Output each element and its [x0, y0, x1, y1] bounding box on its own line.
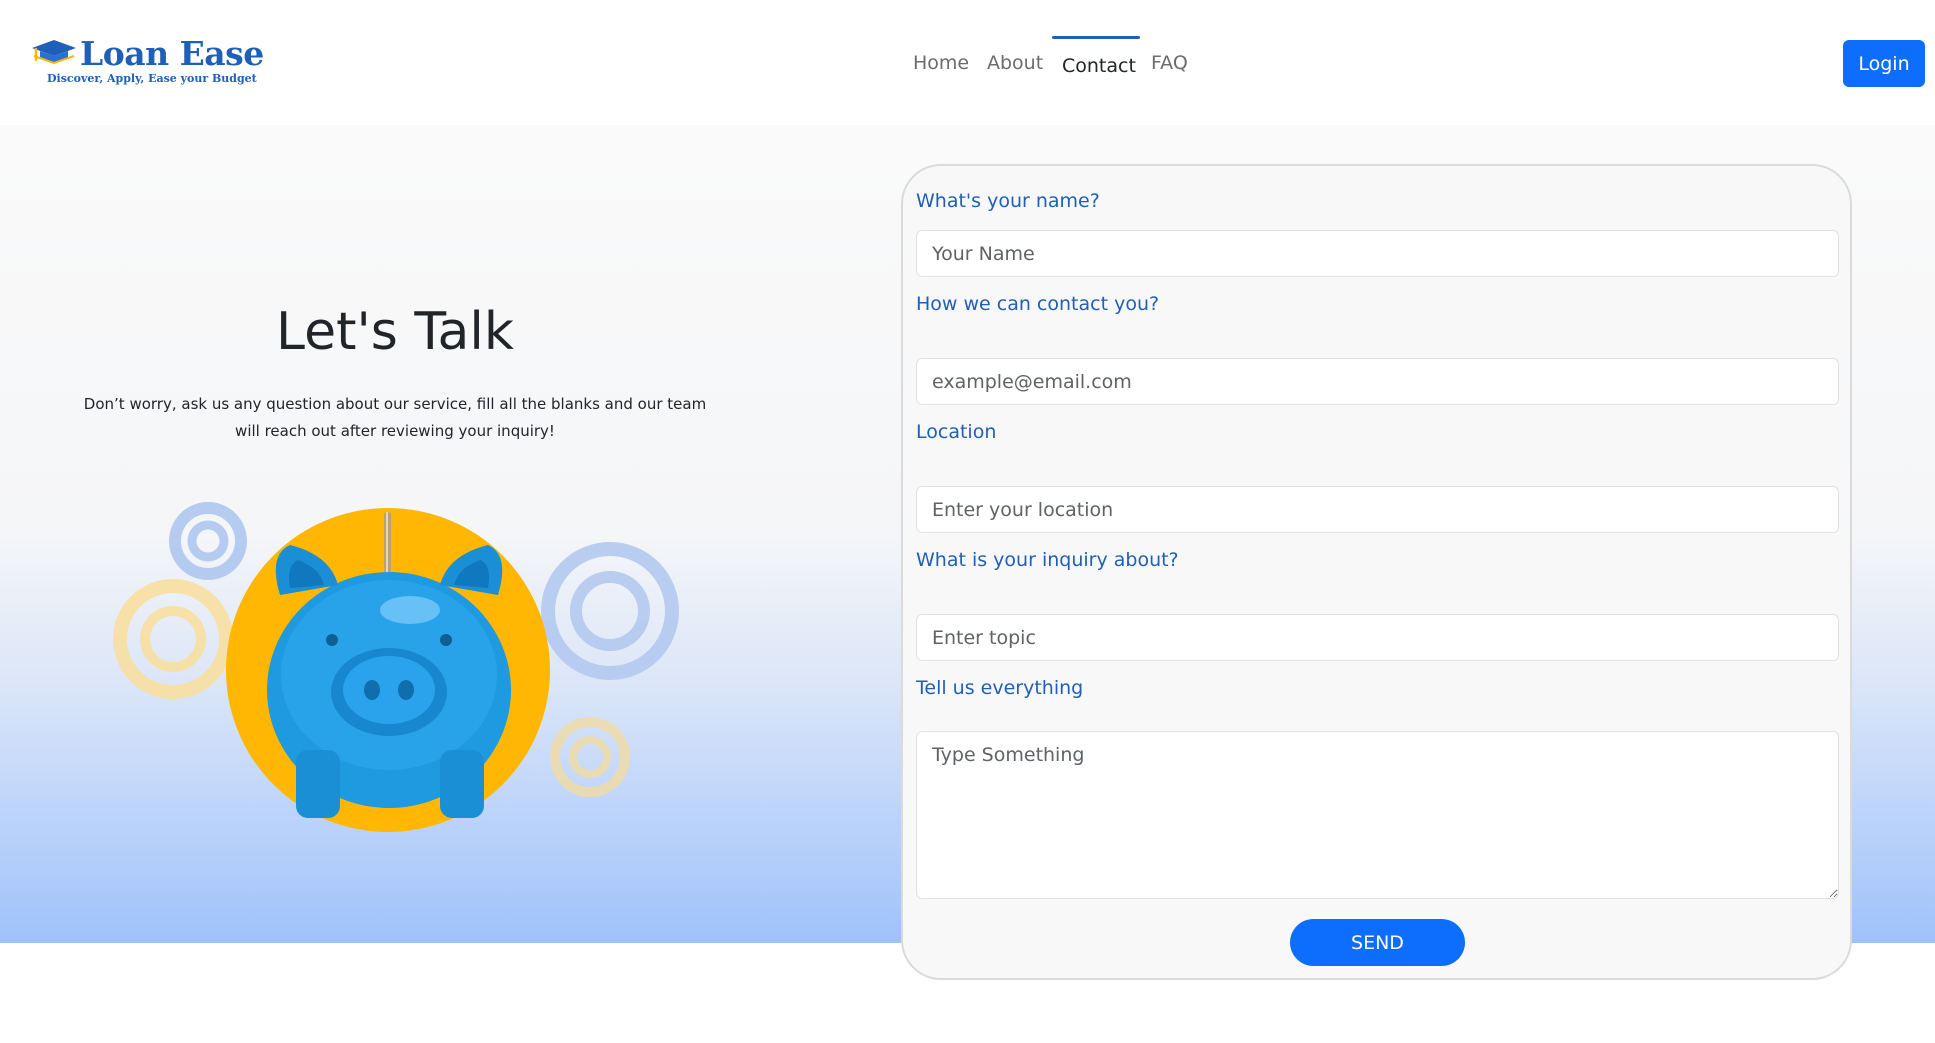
- nav-item-faq[interactable]: FAQ: [1151, 52, 1188, 74]
- topic-input[interactable]: [916, 614, 1839, 661]
- message-label: Tell us everything: [916, 677, 1084, 699]
- page-subtitle: Don’t worry, ask us any question about o…: [83, 395, 707, 440]
- navbar: Loan Ease Discover, Apply, Ease your Bud…: [0, 0, 1935, 125]
- topic-label: What is your inquiry about?: [916, 549, 1179, 571]
- nav-item-about[interactable]: About: [987, 52, 1043, 74]
- contact-label: How we can contact you?: [916, 293, 1160, 315]
- email-input[interactable]: [916, 358, 1839, 405]
- name-input[interactable]: [916, 230, 1839, 277]
- main-nav: Home About Contact FAQ: [0, 0, 1935, 125]
- send-button[interactable]: SEND: [1290, 919, 1465, 966]
- login-button[interactable]: Login: [1843, 40, 1925, 87]
- piggy-bank-illustration: [113, 502, 679, 832]
- name-label: What's your name?: [916, 190, 1100, 212]
- contact-form: What's your name? How we can contact you…: [901, 164, 1852, 980]
- page-title: Let's Talk: [276, 302, 514, 362]
- location-label: Location: [916, 421, 997, 443]
- piggy-bank-icon: [267, 545, 511, 818]
- nav-active-indicator: [1052, 36, 1140, 39]
- nav-item-contact[interactable]: Contact: [1062, 55, 1136, 77]
- nav-item-home[interactable]: Home: [913, 52, 969, 74]
- location-input[interactable]: [916, 486, 1839, 533]
- message-textarea[interactable]: [916, 731, 1839, 899]
